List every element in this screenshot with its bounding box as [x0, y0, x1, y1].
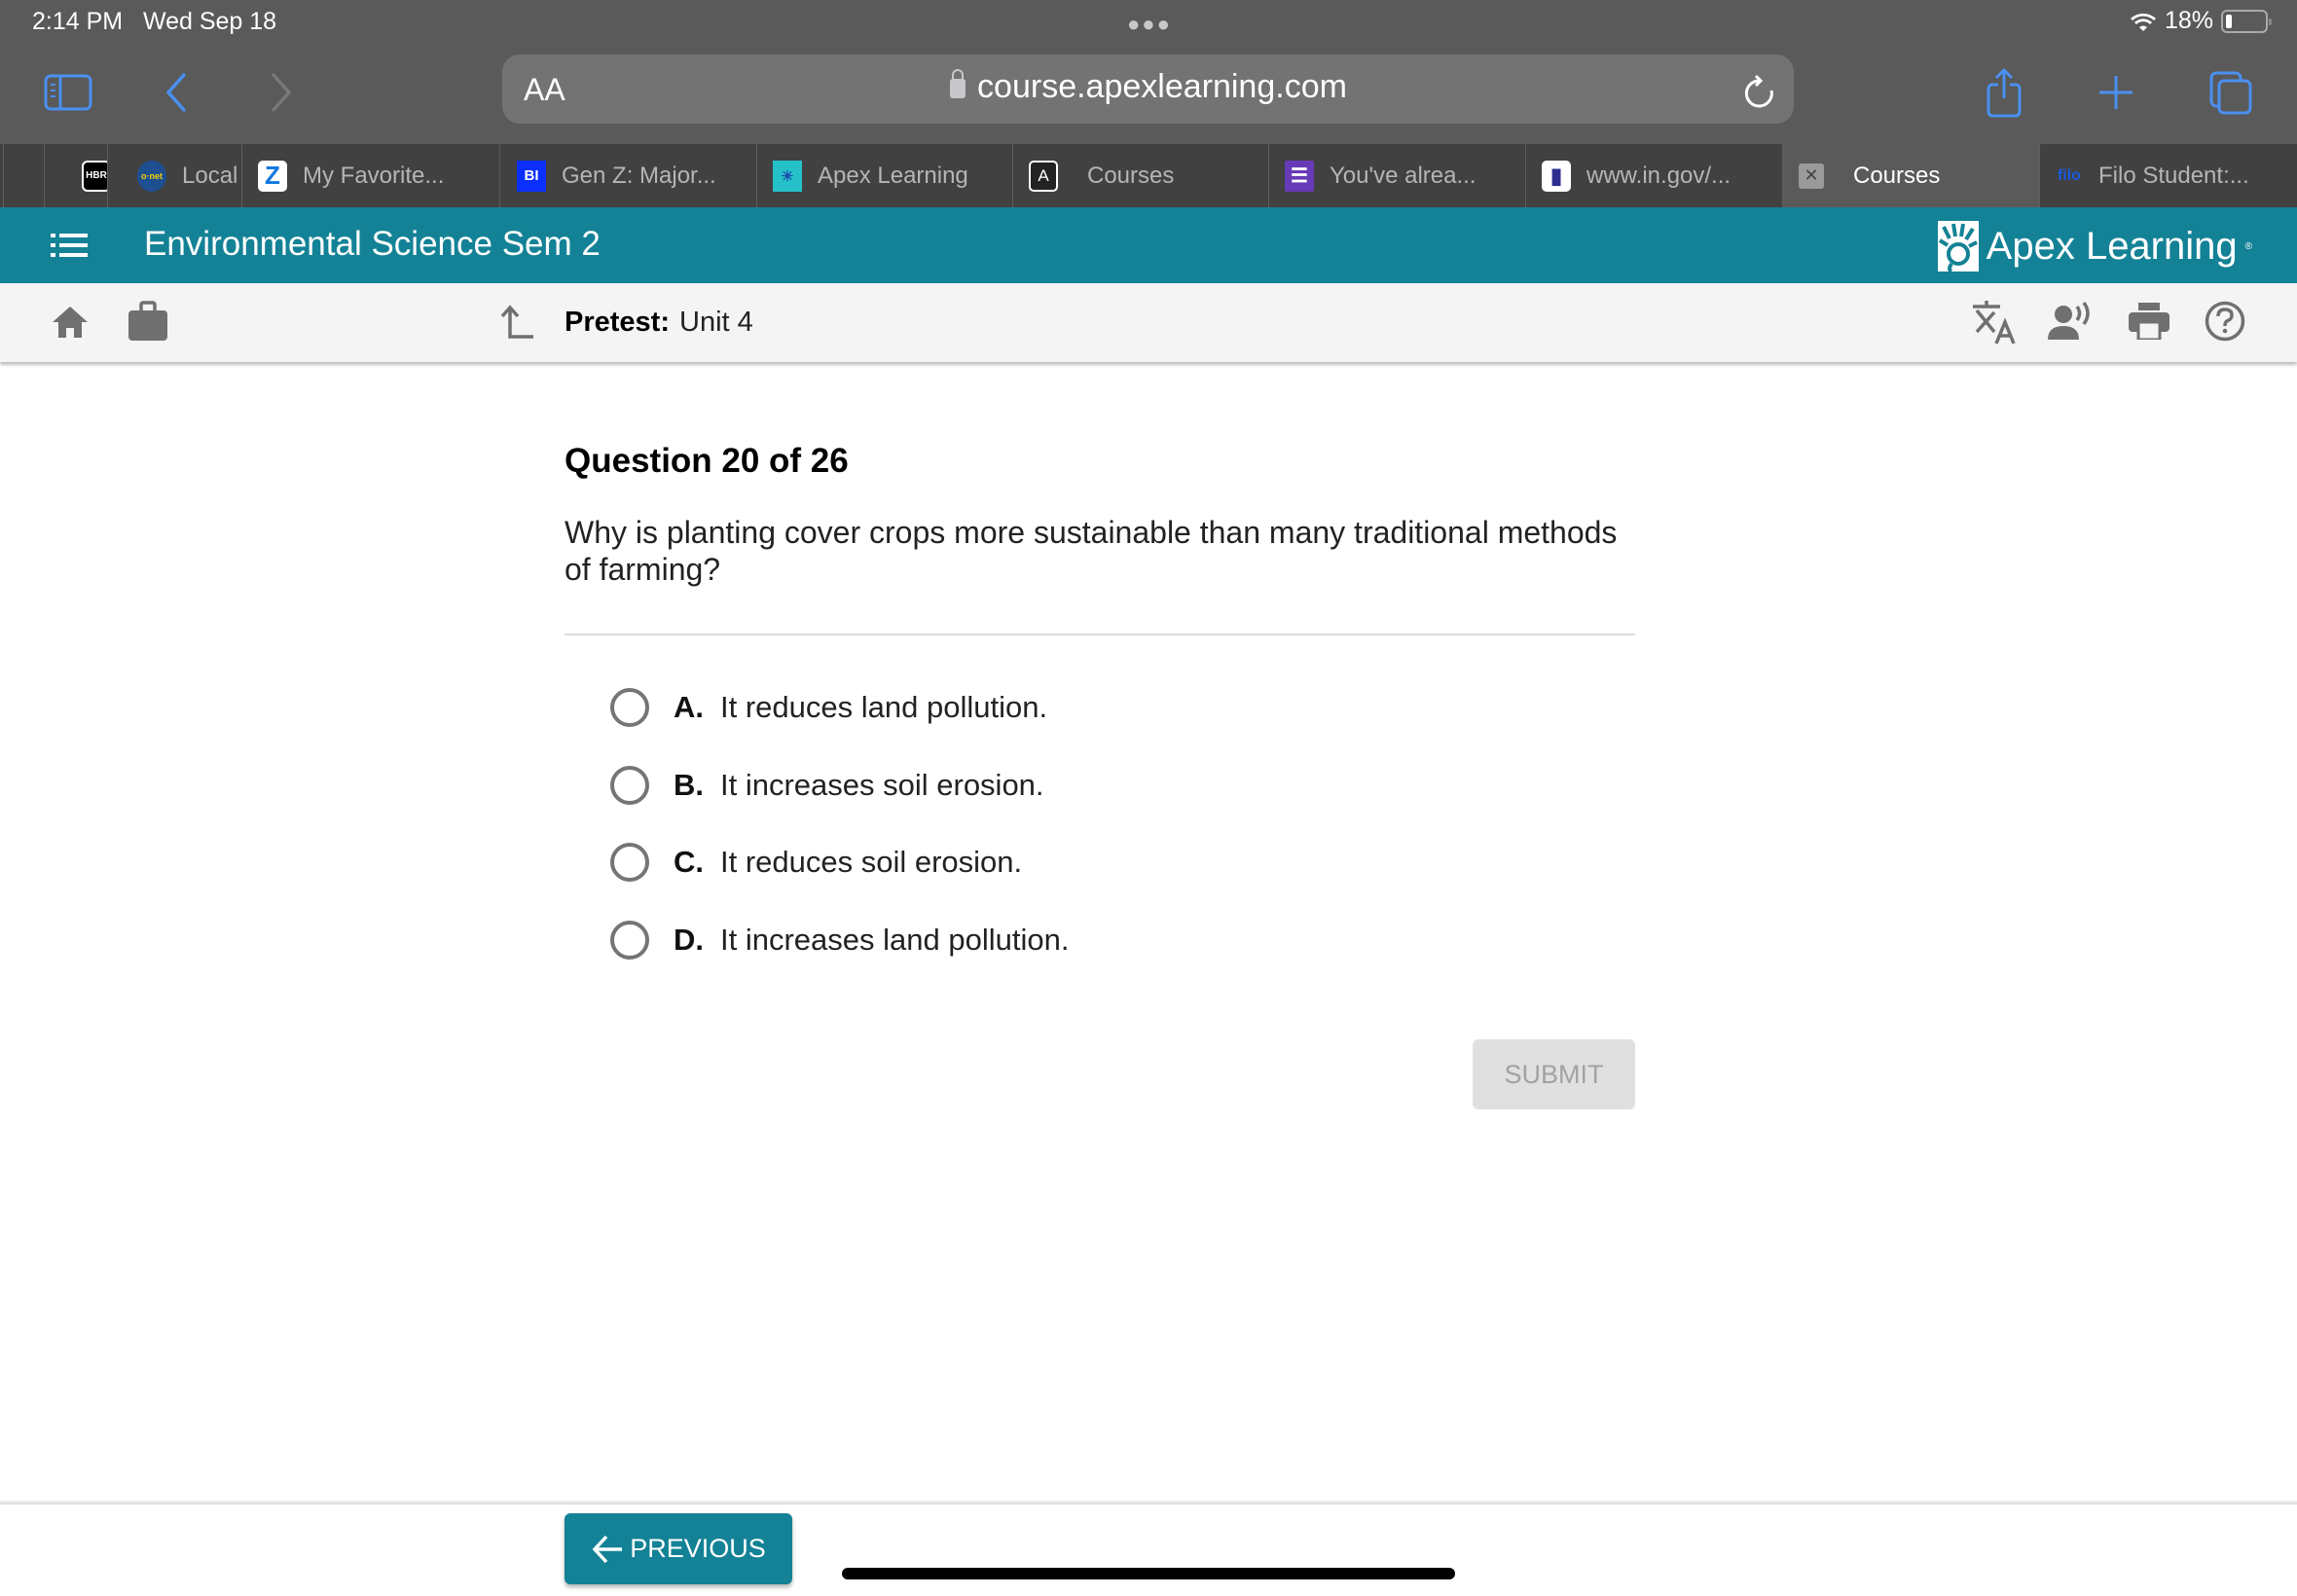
- option-letter: C.: [674, 845, 704, 879]
- tab-apex-learning[interactable]: ☀ Apex Learning: [756, 144, 1012, 207]
- apex-favicon-icon: ☀: [773, 160, 802, 192]
- print-icon[interactable]: [2129, 303, 2169, 345]
- text-to-speech-icon[interactable]: [2048, 301, 2095, 346]
- wifi-icon: [2130, 13, 2156, 31]
- hbr-favicon-icon: HBR: [82, 160, 107, 192]
- new-tab-icon[interactable]: [2091, 68, 2141, 117]
- briefcase-icon[interactable]: [128, 301, 168, 346]
- share-icon[interactable]: [1979, 67, 2029, 118]
- previous-label: PREVIOUS: [630, 1534, 766, 1563]
- activity-name: Unit 4: [679, 307, 753, 338]
- home-indicator[interactable]: [842, 1568, 1455, 1579]
- apex-logo-icon: [1937, 221, 1979, 273]
- google-forms-favicon-icon: ☰: [1285, 160, 1314, 192]
- tab-local[interactable]: o·net Local: [107, 144, 241, 207]
- close-tab-icon[interactable]: ✕: [1799, 163, 1824, 189]
- tab-label: Local: [182, 162, 238, 189]
- url-text: course.apexlearning.com: [977, 68, 1347, 105]
- tab-courses-active[interactable]: ✕ Courses: [1782, 144, 2039, 207]
- option-text: It reduces land pollution.: [720, 690, 1048, 724]
- filo-favicon-icon: filo: [2058, 166, 2081, 184]
- help-icon[interactable]: [2205, 301, 2245, 346]
- radio-button[interactable]: [610, 921, 649, 960]
- translate-icon[interactable]: [1971, 301, 2018, 350]
- tab-label: My Favorite...: [303, 162, 445, 189]
- status-time: 2:14 PM Wed Sep 18: [32, 8, 276, 36]
- option-letter: B.: [674, 768, 704, 802]
- course-header: Environmental Science Sem 2 Apex Learnin…: [0, 207, 2297, 283]
- tab-gen-z[interactable]: BI Gen Z: Major...: [499, 144, 756, 207]
- tab-label: Filo Student:...: [2098, 162, 2249, 189]
- option-text: It increases land pollution.: [720, 923, 1070, 957]
- activity-toolbar: Pretest: Unit 4: [0, 283, 2297, 362]
- option-text: It reduces soil erosion.: [720, 845, 1023, 879]
- answer-option-b[interactable]: B. It increases soil erosion.: [610, 763, 1044, 808]
- zillow-favicon-icon: Z: [258, 160, 287, 192]
- back-to-course-icon[interactable]: [498, 305, 535, 346]
- tab-label: www.in.gov/...: [1586, 162, 1732, 189]
- tab-label: Courses: [1087, 162, 1175, 189]
- tab-hbr[interactable]: HBR: [44, 144, 107, 207]
- multitasking-dots-icon[interactable]: ●●●: [1127, 12, 1172, 37]
- time-text: 2:14 PM: [32, 8, 124, 35]
- answer-option-c[interactable]: C. It reduces soil erosion.: [610, 840, 1022, 885]
- previous-button[interactable]: PREVIOUS: [565, 1513, 792, 1584]
- indiana-favicon-icon: ▮: [1542, 160, 1571, 192]
- option-letter: D.: [674, 923, 704, 957]
- url-field[interactable]: course.apexlearning.com: [0, 68, 2297, 106]
- activity-label: Pretest: Unit 4: [565, 307, 753, 339]
- status-indicators: 18%: [2130, 7, 2272, 35]
- tab-label: Apex Learning: [818, 162, 968, 189]
- apex-learning-logo[interactable]: Apex Learning ®: [1937, 221, 2252, 273]
- tab-filo[interactable]: filo Filo Student:...: [2039, 144, 2297, 207]
- reload-icon[interactable]: [1734, 68, 1785, 117]
- answer-option-d[interactable]: D. It increases land pollution.: [610, 918, 1069, 962]
- brand-name: Apex Learning: [1986, 224, 2238, 268]
- date-text: Wed Sep 18: [142, 8, 277, 35]
- question-divider: [565, 634, 1635, 635]
- radio-button[interactable]: [610, 688, 649, 727]
- arrow-left-icon: [592, 1535, 623, 1563]
- activity-type: Pretest:: [565, 307, 670, 338]
- option-letter: A.: [674, 690, 704, 724]
- submit-button[interactable]: SUBMIT: [1473, 1039, 1635, 1109]
- tab-label: Gen Z: Major...: [562, 162, 716, 189]
- question-text: Why is planting cover crops more sustain…: [565, 515, 1618, 587]
- battery-icon: [2221, 9, 2272, 33]
- bi-favicon-icon: BI: [517, 160, 546, 192]
- tabs-overview-icon[interactable]: [2206, 68, 2256, 117]
- lock-icon: [950, 69, 966, 98]
- battery-percent: 18%: [2164, 7, 2213, 34]
- tab-strip: HBR o·net Local Z My Favorite... BI Gen …: [0, 144, 2297, 207]
- tab-in-gov[interactable]: ▮ www.in.gov/...: [1525, 144, 1782, 207]
- home-icon[interactable]: [51, 305, 90, 345]
- tab-forms[interactable]: ☰ You've alrea...: [1268, 144, 1525, 207]
- tab-label: You've alrea...: [1330, 162, 1477, 189]
- tab-blank[interactable]: [3, 144, 44, 207]
- tab-label: Courses: [1853, 162, 1941, 189]
- tab-my-favorite[interactable]: Z My Favorite...: [241, 144, 499, 207]
- course-title: Environmental Science Sem 2: [144, 225, 601, 263]
- menu-list-icon[interactable]: [51, 234, 88, 257]
- question-number: Question 20 of 26: [565, 442, 849, 480]
- tab-courses-1[interactable]: A Courses: [1012, 144, 1268, 207]
- option-text: It increases soil erosion.: [720, 768, 1044, 802]
- radio-button[interactable]: [610, 766, 649, 805]
- courses-a-favicon-icon: A: [1029, 160, 1058, 192]
- footer-divider: [0, 1501, 2297, 1505]
- onet-favicon-icon: o·net: [137, 160, 166, 192]
- radio-button[interactable]: [610, 843, 649, 882]
- answer-option-a[interactable]: A. It reduces land pollution.: [610, 685, 1047, 730]
